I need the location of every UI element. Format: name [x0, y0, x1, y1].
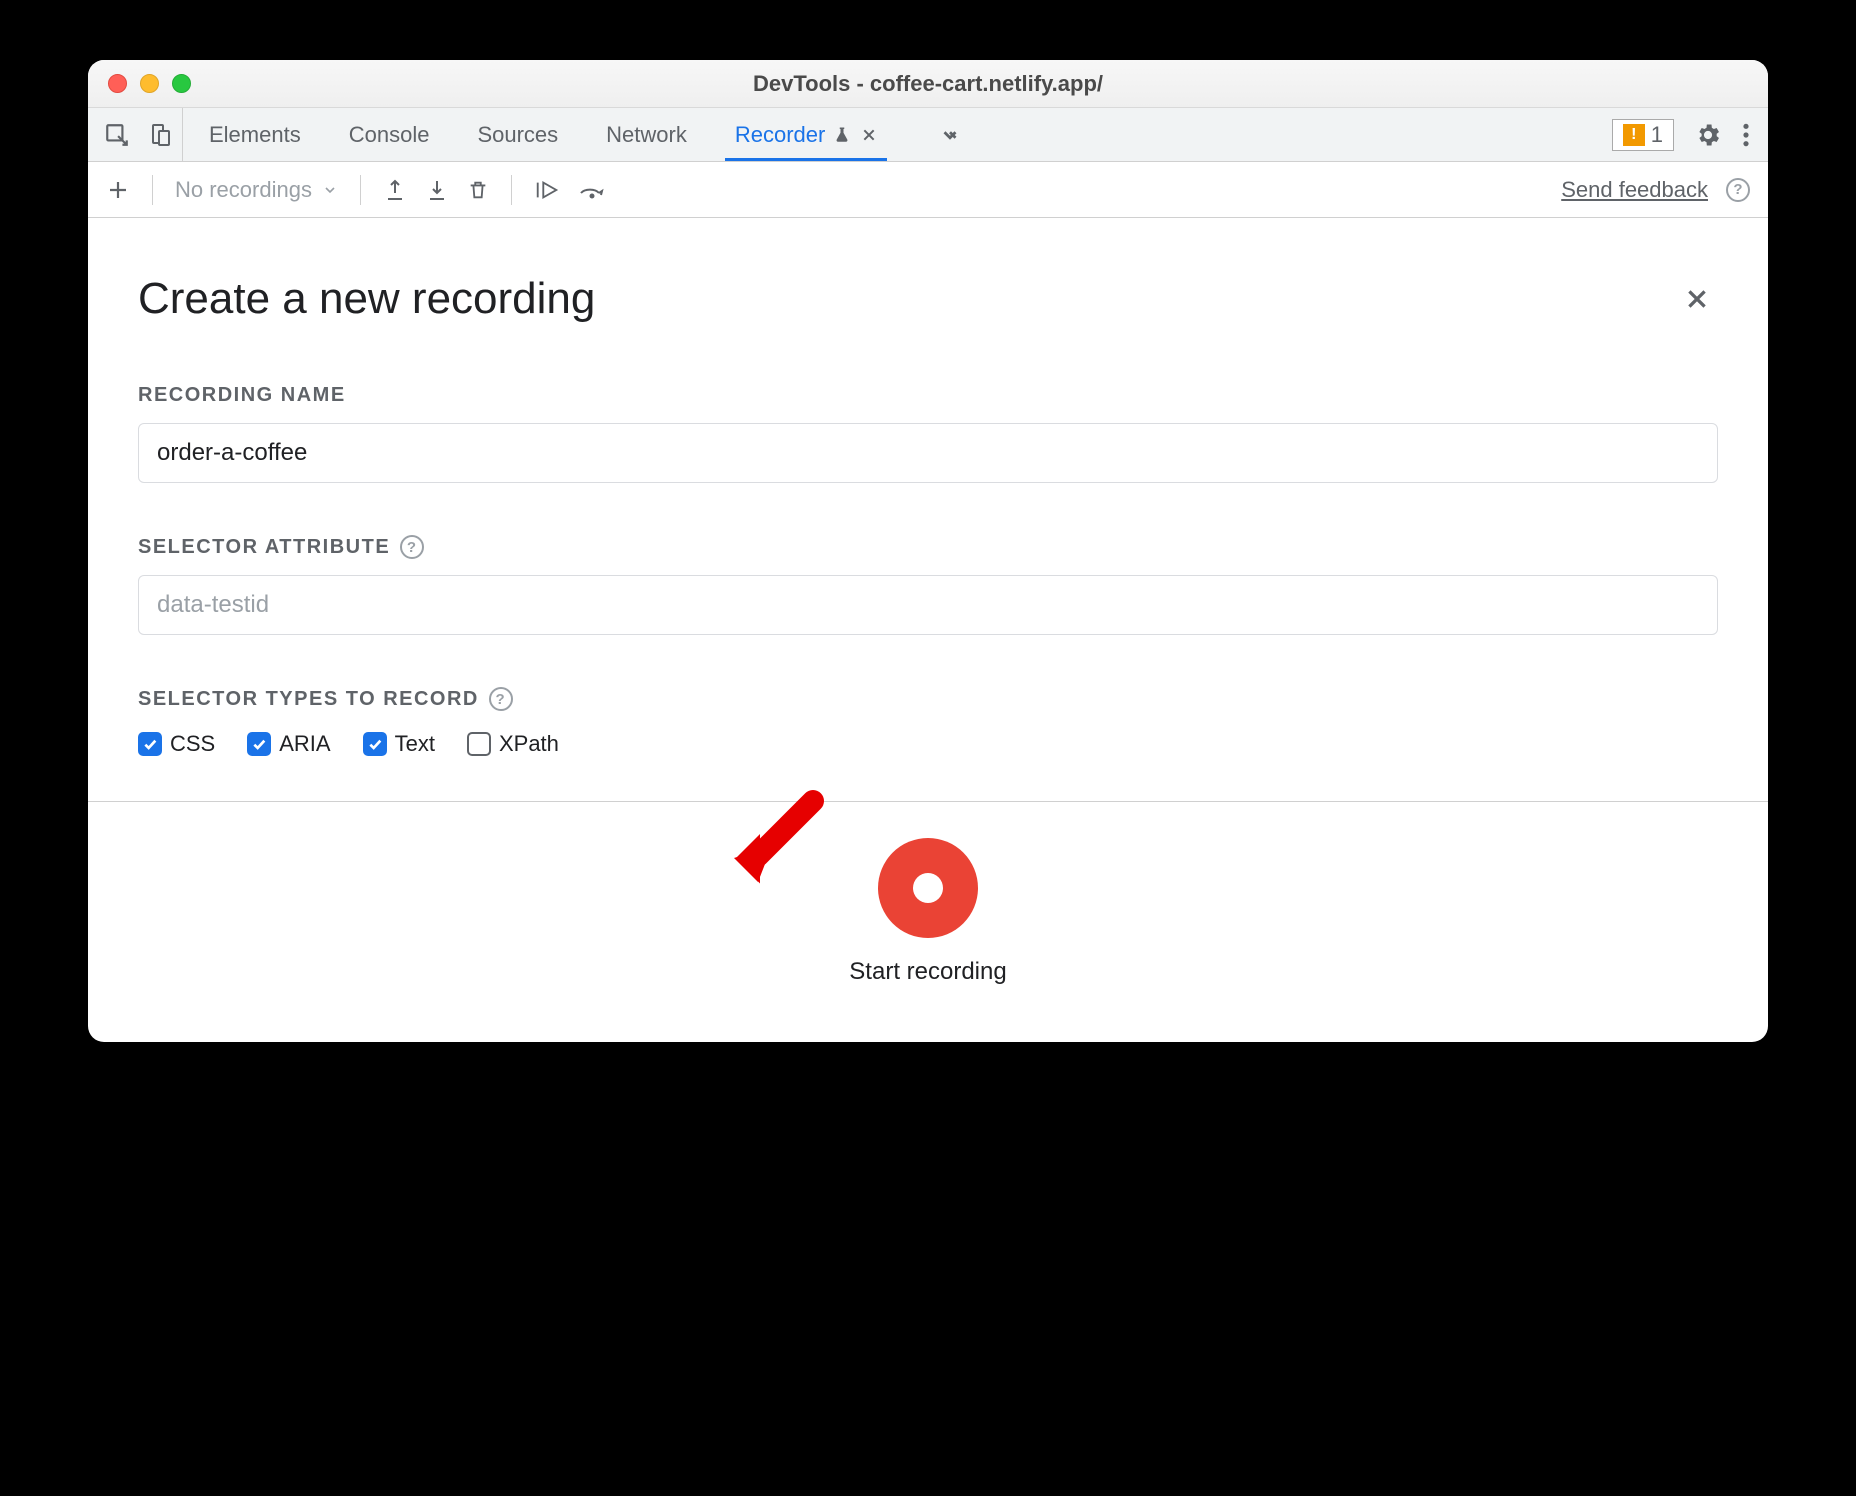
flask-icon	[833, 125, 851, 145]
tab-elements[interactable]: Elements	[203, 108, 307, 161]
recording-name-label: RECORDING NAME	[138, 384, 1718, 407]
recordings-dropdown[interactable]: No recordings	[175, 177, 338, 203]
selector-types-help-icon[interactable]: ?	[489, 687, 513, 711]
devtools-window: DevTools - coffee-cart.netlify.app/ Elem…	[88, 60, 1768, 1042]
recording-name-input[interactable]	[138, 423, 1718, 483]
selector-types-section: SELECTOR TYPES TO RECORD ? CSS ARIA Text	[138, 687, 1718, 757]
export-icon[interactable]	[383, 178, 407, 202]
window-title: DevTools - coffee-cart.netlify.app/	[88, 71, 1768, 97]
selector-attribute-help-icon[interactable]: ?	[400, 535, 424, 559]
import-icon[interactable]	[425, 178, 449, 202]
warning-icon: !	[1623, 124, 1645, 146]
record-icon	[913, 873, 943, 903]
settings-gear-icon[interactable]	[1694, 121, 1722, 149]
inspect-element-icon[interactable]	[104, 122, 130, 148]
window-close-button[interactable]	[108, 74, 127, 93]
recorder-toolbar: No recordings Send feedback ?	[88, 162, 1768, 218]
tab-sources[interactable]: Sources	[471, 108, 564, 161]
step-over-icon[interactable]	[578, 179, 606, 201]
more-tabs-icon[interactable]	[939, 124, 961, 146]
recording-name-section: RECORDING NAME	[138, 384, 1718, 483]
warnings-badge[interactable]: ! 1	[1612, 119, 1674, 151]
start-recording-footer: Start recording	[88, 801, 1768, 1042]
close-tab-icon[interactable]	[861, 127, 877, 143]
checkbox-css[interactable]: CSS	[138, 731, 215, 757]
help-icon[interactable]: ?	[1726, 178, 1750, 202]
close-page-button[interactable]	[1676, 282, 1718, 316]
traffic-lights	[88, 74, 191, 93]
window-titlebar: DevTools - coffee-cart.netlify.app/	[88, 60, 1768, 108]
chevron-down-icon	[322, 182, 338, 198]
delete-icon[interactable]	[467, 178, 489, 202]
send-feedback-link[interactable]: Send feedback	[1561, 177, 1708, 203]
window-maximize-button[interactable]	[172, 74, 191, 93]
page-title: Create a new recording	[138, 274, 595, 324]
selector-attribute-input[interactable]	[138, 575, 1718, 635]
checkbox-xpath[interactable]: XPath	[467, 731, 559, 757]
tab-recorder[interactable]: Recorder	[729, 108, 883, 161]
selector-attribute-label: SELECTOR ATTRIBUTE	[138, 536, 390, 559]
checkbox-text[interactable]: Text	[363, 731, 435, 757]
recorder-page: Create a new recording RECORDING NAME SE…	[88, 218, 1768, 757]
start-recording-label: Start recording	[849, 958, 1006, 986]
start-recording-button[interactable]	[878, 838, 978, 938]
kebab-menu-icon[interactable]	[1742, 122, 1750, 148]
selector-attribute-section: SELECTOR ATTRIBUTE ?	[138, 535, 1718, 635]
annotation-arrow	[728, 786, 828, 886]
replay-icon[interactable]	[534, 178, 560, 202]
warnings-count: 1	[1651, 122, 1663, 148]
tab-network[interactable]: Network	[600, 108, 693, 161]
tab-console[interactable]: Console	[343, 108, 436, 161]
devtools-tabbar: Elements Console Sources Network Recorde…	[88, 108, 1768, 162]
checkbox-aria[interactable]: ARIA	[247, 731, 330, 757]
window-minimize-button[interactable]	[140, 74, 159, 93]
selector-types-label: SELECTOR TYPES TO RECORD	[138, 688, 479, 711]
device-toolbar-icon[interactable]	[148, 122, 172, 148]
add-recording-icon[interactable]	[106, 178, 130, 202]
